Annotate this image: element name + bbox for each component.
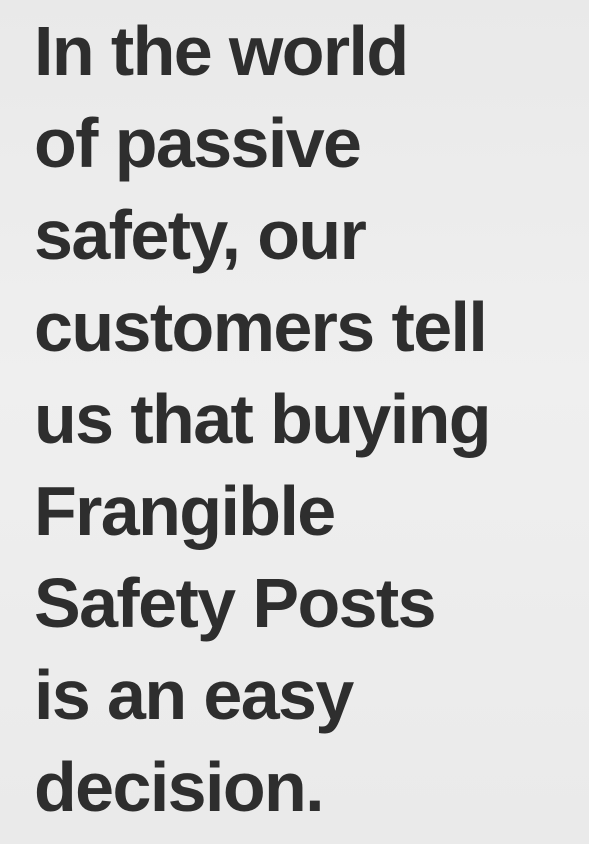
- headline-line: decision.: [34, 748, 325, 826]
- headline-line: Safety Posts: [34, 564, 437, 642]
- headline-line: In the world: [34, 12, 409, 90]
- headline-line: Frangible: [34, 472, 336, 550]
- headline-line: customers tell: [34, 288, 488, 366]
- headline-line: safety, our: [34, 196, 367, 274]
- headline-line: is an easy: [34, 656, 354, 734]
- headline-line: of passive: [34, 104, 362, 182]
- headline-line: us that buying: [34, 380, 492, 458]
- poster: In the world of passive safety, our cust…: [0, 0, 589, 844]
- headline: In the world of passive safety, our cust…: [34, 5, 492, 833]
